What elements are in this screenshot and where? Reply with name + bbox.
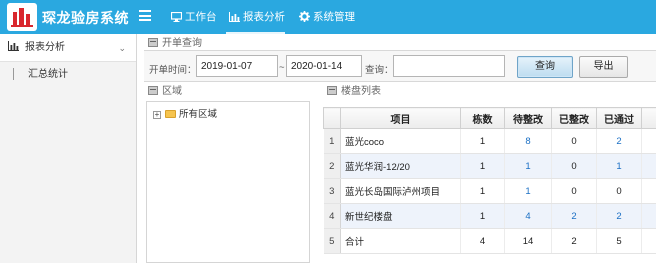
cell-project: 新世纪楼盘 (340, 203, 461, 229)
property-table: 项目 栋数 待整改 已整改 已通过 1 蓝光coco 1 8 0 2 2 蓝光华… (323, 107, 656, 263)
cell-pending-link[interactable]: 1 (504, 153, 552, 179)
sidebar-section-report-analysis[interactable]: 报表分析 ⌄ (0, 34, 136, 62)
region-tree-panel: + 所有区域 (146, 101, 310, 263)
cell-pending: 14 (504, 228, 552, 254)
gear-icon (299, 11, 310, 22)
row-number: 3 (323, 178, 341, 204)
cell-pending-link[interactable]: 4 (504, 203, 552, 229)
column-header-pending[interactable]: 待整改 (504, 107, 552, 129)
open-time-label: 开单时间： (149, 65, 197, 76)
panel-icon (148, 38, 158, 47)
sidebar: 报表分析 ⌄ 汇总统计 (0, 34, 137, 263)
cell-spacer (641, 153, 656, 179)
top-navbar: 琛龙验房系统 工作台 报表分析 系统管理 (0, 0, 656, 34)
region-panel-title: 区域 (148, 85, 182, 99)
cell-fixed: 0 (551, 153, 597, 179)
tree-line-icon (13, 68, 14, 80)
sidebar-section-label: 报表分析 (25, 42, 65, 53)
query-button[interactable]: 查询 (517, 56, 573, 78)
bar-chart-icon (8, 41, 19, 51)
search-input[interactable] (393, 55, 505, 77)
cell-fixed: 0 (551, 128, 597, 154)
cell-buildings: 1 (460, 153, 505, 179)
region-panel-title-text: 区域 (162, 86, 182, 97)
app-title: 琛龙验房系统 (42, 10, 129, 26)
app-logo (7, 3, 37, 31)
nav-workbench[interactable]: 工作台 (168, 0, 217, 34)
cell-fixed: 2 (551, 228, 597, 254)
cell-buildings: 1 (460, 178, 505, 204)
nav-report-analysis-label: 报表分析 (243, 11, 285, 23)
search-label: 查询： (365, 65, 394, 76)
column-header-buildings[interactable]: 栋数 (460, 107, 505, 129)
cell-fixed-link[interactable]: 2 (551, 203, 597, 229)
column-header-passed[interactable]: 已通过 (596, 107, 642, 129)
cell-buildings: 4 (460, 228, 505, 254)
table-row[interactable]: 3 蓝光长岛国际泸州项目 1 1 0 0 (323, 178, 656, 204)
panel-icon (148, 86, 158, 95)
panel-icon (327, 86, 337, 95)
cell-project: 蓝光长岛国际泸州项目 (340, 178, 461, 204)
table-row[interactable]: 2 蓝光华润-12/20 1 1 0 1 (323, 153, 656, 179)
start-date-input[interactable] (196, 55, 278, 77)
nav-system-management-label: 系统管理 (313, 11, 355, 23)
row-number: 1 (323, 128, 341, 154)
tree-node-all-regions[interactable]: + 所有区域 (153, 108, 217, 122)
export-button[interactable]: 导出 (579, 56, 628, 78)
query-panel-title-text: 开单查询 (162, 38, 202, 49)
cell-buildings: 1 (460, 128, 505, 154)
column-header-index (323, 107, 341, 129)
table-header-row: 项目 栋数 待整改 已整改 已通过 (323, 107, 656, 129)
cell-spacer (641, 178, 656, 204)
row-number: 2 (323, 153, 341, 179)
cell-passed-link[interactable]: 1 (596, 153, 642, 179)
cell-passed: 5 (596, 228, 642, 254)
cell-pending-link[interactable]: 1 (504, 178, 552, 204)
property-list-title-text: 楼盘列表 (341, 86, 381, 97)
cell-buildings: 1 (460, 203, 505, 229)
nav-report-analysis[interactable]: 报表分析 (226, 0, 285, 34)
sidebar-item-summary-stats[interactable]: 汇总统计 (0, 62, 136, 88)
cell-passed-link[interactable]: 2 (596, 128, 642, 154)
property-list-title: 楼盘列表 (327, 85, 381, 99)
expand-icon[interactable]: + (153, 111, 161, 119)
sidebar-item-label: 汇总统计 (28, 69, 68, 80)
nav-workbench-label: 工作台 (185, 11, 217, 23)
bar-chart-icon (229, 12, 240, 22)
date-range-separator: ~ (279, 62, 285, 73)
cell-spacer (641, 128, 656, 154)
chevron-down-icon: ⌄ (118, 43, 126, 53)
cell-spacer (641, 228, 656, 254)
cell-pending-link[interactable]: 8 (504, 128, 552, 154)
row-number: 5 (323, 228, 341, 254)
column-header-fixed[interactable]: 已整改 (551, 107, 597, 129)
row-number: 4 (323, 203, 341, 229)
table-row-total: 5 合计 4 14 2 5 (323, 228, 656, 254)
tree-node-label: 所有区域 (179, 109, 218, 120)
column-header-spacer (641, 107, 656, 129)
cell-project: 蓝光华润-12/20 (340, 153, 461, 179)
nav-system-management[interactable]: 系统管理 (296, 0, 355, 34)
menu-toggle-icon[interactable] (139, 10, 151, 21)
table-row[interactable]: 1 蓝光coco 1 8 0 2 (323, 128, 656, 154)
cell-project: 蓝光coco (340, 128, 461, 154)
cell-fixed: 0 (551, 178, 597, 204)
cell-passed: 0 (596, 178, 642, 204)
cell-passed-link[interactable]: 2 (596, 203, 642, 229)
end-date-input[interactable] (286, 55, 362, 77)
column-header-project[interactable]: 项目 (340, 107, 461, 129)
query-panel-title: 开单查询 (148, 37, 202, 51)
folder-icon (165, 110, 176, 118)
table-row[interactable]: 4 新世纪楼盘 1 4 2 2 (323, 203, 656, 229)
cell-spacer (641, 203, 656, 229)
cell-project: 合计 (340, 228, 461, 254)
monitor-icon (170, 11, 183, 22)
